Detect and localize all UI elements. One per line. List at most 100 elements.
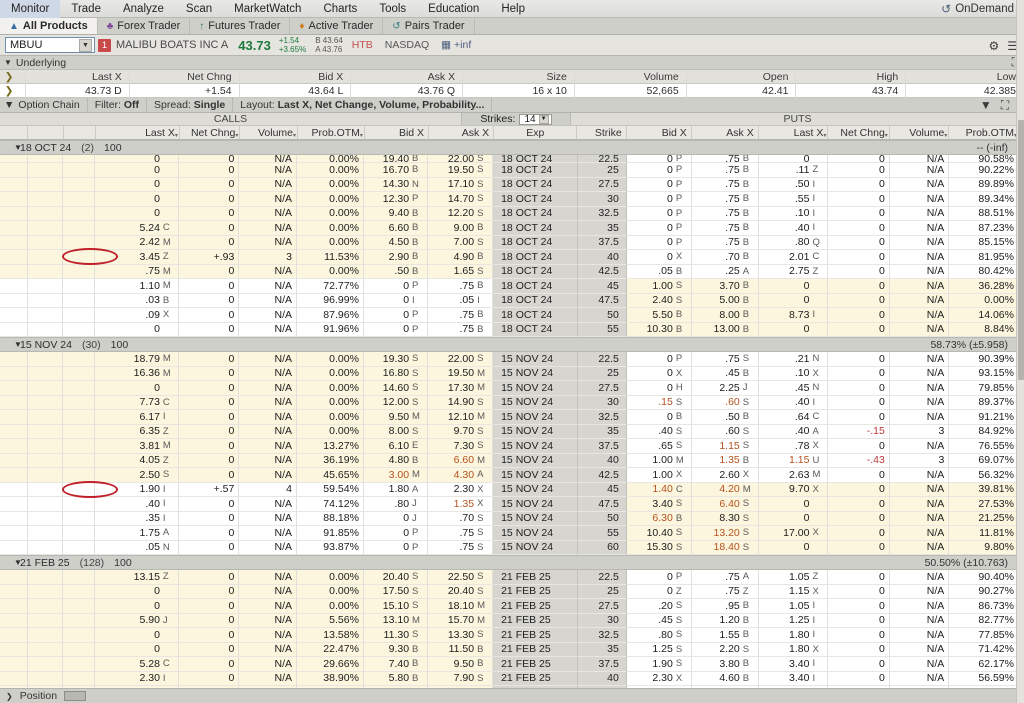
call-net-change[interactable]: 0 bbox=[178, 322, 240, 337]
expiration-group-header[interactable]: ▼ 15 NOV 24 (30) 100 58.73% (±5.958) bbox=[0, 337, 1024, 352]
row-expiration[interactable]: 18 OCT 24 bbox=[493, 322, 578, 337]
row-expiration[interactable]: 21 FEB 25 bbox=[493, 671, 578, 686]
underlying-col-low[interactable]: Low bbox=[906, 69, 1024, 84]
put-last-price[interactable]: .80 Q bbox=[758, 235, 829, 250]
gear-icon[interactable]: ⚙ bbox=[988, 39, 999, 53]
call-ask[interactable]: 7.30 S bbox=[428, 439, 494, 454]
row-expiration[interactable]: 15 NOV 24 bbox=[493, 453, 578, 468]
call-last-price[interactable]: 6.35 Z bbox=[95, 424, 179, 439]
call-net-change[interactable]: 0 bbox=[178, 599, 240, 614]
option-chain-row[interactable]: 4.05 Z 0 N/A 36.19% 4.80 B 6.60 M 15 NOV 24 40 1.00… bbox=[0, 453, 1024, 468]
call-volume[interactable]: N/A bbox=[239, 395, 298, 410]
call-net-change[interactable]: 0 bbox=[178, 570, 240, 585]
call-volume[interactable]: N/A bbox=[239, 293, 298, 308]
tab-all-products[interactable]: ▲ All Products bbox=[0, 18, 98, 34]
call-ask[interactable]: 6.60 M bbox=[428, 453, 494, 468]
option-chain-row[interactable]: 0 0 N/A 91.96% 0 P .75 B 18 OCT 24 55 10.30 B 13.00 B… bbox=[0, 322, 1024, 337]
put-net-change[interactable]: 0 bbox=[828, 322, 890, 337]
call-bid[interactable]: 19.30 S bbox=[363, 352, 429, 367]
row-expiration[interactable]: 18 OCT 24 bbox=[493, 163, 578, 178]
call-volume[interactable]: N/A bbox=[239, 628, 298, 643]
put-ask[interactable]: 1.55 B bbox=[691, 628, 759, 643]
put-prob-otm[interactable]: 90.40% bbox=[949, 570, 1019, 585]
menu-item-tools[interactable]: Tools bbox=[368, 0, 417, 18]
call-last-price[interactable]: 0 bbox=[95, 322, 179, 337]
call-bid[interactable]: 9.30 B bbox=[363, 642, 429, 657]
call-prob-otm[interactable]: 88.18% bbox=[297, 511, 364, 526]
put-volume[interactable]: N/A bbox=[889, 613, 950, 628]
call-ask[interactable]: .75 B bbox=[428, 322, 494, 337]
put-bid[interactable]: 0P bbox=[626, 206, 692, 221]
call-last-price[interactable]: 0 bbox=[95, 628, 179, 643]
row-expiration[interactable]: 18 OCT 24 bbox=[493, 293, 578, 308]
put-ask[interactable]: 6.40 S bbox=[691, 497, 759, 512]
put-volume[interactable]: N/A bbox=[889, 221, 950, 236]
call-prob-otm[interactable]: 11.53% bbox=[297, 250, 364, 265]
row-expiration[interactable]: 21 FEB 25 bbox=[493, 584, 578, 599]
call-volume[interactable]: N/A bbox=[239, 511, 298, 526]
put-last-price[interactable]: 0 bbox=[758, 279, 829, 294]
call-volume[interactable]: N/A bbox=[239, 570, 298, 585]
put-bid[interactable]: 0P bbox=[626, 570, 692, 585]
col-strike[interactable]: Strike bbox=[577, 126, 627, 139]
put-net-change[interactable]: 0 bbox=[828, 410, 890, 425]
put-bid[interactable]: 0Z bbox=[626, 584, 692, 599]
option-chain-row[interactable]: 0 0 N/A 13.58% 11.30 S 13.30 S 21 FEB 25 32.5.80 S… bbox=[0, 628, 1024, 643]
call-prob-otm[interactable]: 0.00% bbox=[297, 352, 364, 367]
call-last-price[interactable]: 0 bbox=[95, 155, 179, 163]
call-bid[interactable]: 0P bbox=[363, 308, 429, 323]
call-last-price[interactable]: .75 M bbox=[95, 264, 179, 279]
put-last-price[interactable]: 8.73 I bbox=[758, 308, 829, 323]
row-strike[interactable]: 30 bbox=[577, 192, 627, 207]
col-call-ask[interactable]: Ask X bbox=[429, 126, 495, 139]
row-expiration[interactable]: 21 FEB 25 bbox=[493, 570, 578, 585]
chevron-down-icon[interactable]: ▼ bbox=[538, 114, 549, 124]
put-last-price[interactable]: 1.05 Z bbox=[758, 570, 829, 585]
call-ask[interactable]: 9.00 B bbox=[428, 221, 494, 236]
call-net-change[interactable]: 0 bbox=[178, 366, 240, 381]
put-bid[interactable]: 0B bbox=[626, 410, 692, 425]
put-last-price[interactable]: 9.70 X bbox=[758, 482, 829, 497]
call-net-change[interactable]: 0 bbox=[178, 584, 240, 599]
put-bid[interactable]: 0P bbox=[626, 352, 692, 367]
call-prob-otm[interactable]: 91.96% bbox=[297, 322, 364, 337]
call-volume[interactable]: N/A bbox=[239, 540, 298, 555]
col-put-last[interactable]: Last X ▾ bbox=[759, 126, 829, 139]
call-prob-otm[interactable]: 72.77% bbox=[297, 279, 364, 294]
put-net-change[interactable]: 0 bbox=[828, 206, 890, 221]
put-net-change[interactable]: 0 bbox=[828, 439, 890, 454]
put-bid[interactable]: .45 S bbox=[626, 613, 692, 628]
call-volume[interactable]: N/A bbox=[239, 584, 298, 599]
tab-active-trader[interactable]: ♦ Active Trader bbox=[290, 18, 384, 34]
put-volume[interactable]: N/A bbox=[889, 192, 950, 207]
row-expiration[interactable]: 21 FEB 25 bbox=[493, 628, 578, 643]
call-last-price[interactable]: 1.75 A bbox=[95, 526, 179, 541]
call-bid[interactable]: 17.50 S bbox=[363, 584, 429, 599]
put-ask[interactable]: .25 A bbox=[691, 264, 759, 279]
call-ask[interactable]: 19.50 S bbox=[428, 163, 494, 178]
chevron-down-icon[interactable]: ▼ bbox=[14, 558, 22, 567]
underlying-col-open[interactable]: Open bbox=[687, 69, 797, 84]
call-ask[interactable]: .70 S bbox=[428, 511, 494, 526]
put-prob-otm[interactable]: 82.77% bbox=[949, 613, 1019, 628]
call-last-price[interactable]: 2.50 S bbox=[95, 468, 179, 483]
option-chain-row[interactable]: 0 0 N/A 0.00% 14.30 N 17.10 S 18 OCT 24 27.5 0 P .75… bbox=[0, 177, 1024, 192]
option-chain-row[interactable]: .09 X 0 N/A 87.96% 0 P .75 B 18 OCT 24 50 5.50 B 8.00… bbox=[0, 308, 1024, 323]
call-bid[interactable]: 0I bbox=[363, 293, 429, 308]
col-call-probotm[interactable]: Prob.OTM ▾ bbox=[298, 126, 365, 139]
put-prob-otm[interactable]: 80.42% bbox=[949, 264, 1019, 279]
put-last-price[interactable]: 1.80 I bbox=[758, 628, 829, 643]
option-chain-row[interactable]: 0 0 N/A 0.00% 14.60 S 17.30 M 15 NOV 24 27.5 0 H 2.2… bbox=[0, 381, 1024, 396]
put-net-change[interactable]: 0 bbox=[828, 497, 890, 512]
put-last-price[interactable]: 0 bbox=[758, 686, 829, 688]
call-volume[interactable]: N/A bbox=[239, 526, 298, 541]
put-ask[interactable]: .75 A bbox=[691, 570, 759, 585]
put-ask[interactable]: 4.20 M bbox=[691, 482, 759, 497]
call-last-price[interactable]: 1.10 M bbox=[95, 279, 179, 294]
menu-item-charts[interactable]: Charts bbox=[312, 0, 368, 18]
put-net-change[interactable]: 0 bbox=[828, 511, 890, 526]
row-expiration[interactable]: 21 FEB 25 bbox=[493, 642, 578, 657]
row-expiration[interactable]: 15 NOV 24 bbox=[493, 439, 578, 454]
call-net-change[interactable]: 0 bbox=[178, 235, 240, 250]
row-expiration[interactable]: 15 NOV 24 bbox=[493, 366, 578, 381]
